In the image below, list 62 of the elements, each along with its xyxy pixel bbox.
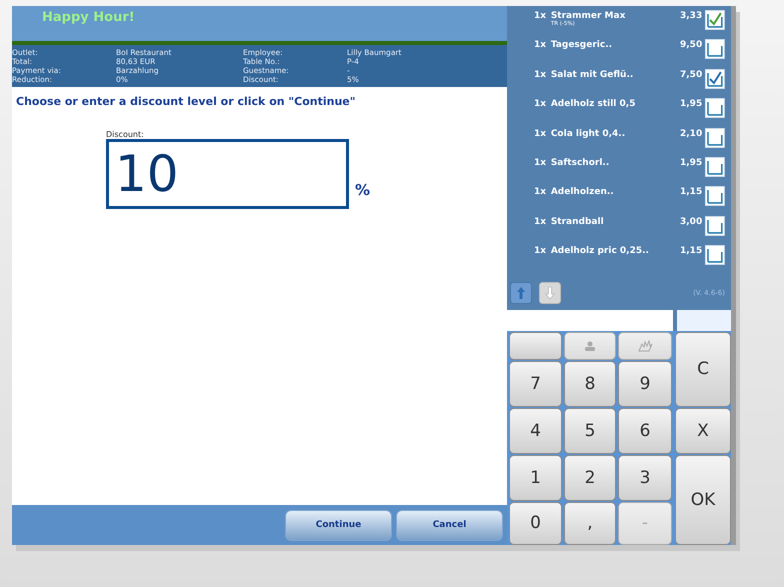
item-price: 3,33: [679, 10, 702, 21]
keypad-key[interactable]: X: [675, 408, 731, 454]
item-quantity: 1x: [534, 245, 548, 256]
item-quantity: 1x: [534, 186, 548, 198]
keypad-key[interactable]: 2: [564, 454, 616, 501]
input-field[interactable]: [507, 310, 673, 331]
input-field[interactable]: [677, 310, 731, 331]
item-price: 9,50: [679, 39, 702, 50]
checkbox[interactable]: [705, 245, 726, 266]
item-price: 1,95: [679, 98, 702, 110]
keypad-key[interactable]: C: [675, 332, 731, 407]
checkbox[interactable]: [705, 128, 726, 148]
checkbox[interactable]: [705, 68, 726, 89]
item-name: Salat mit Geflü..: [550, 70, 634, 80]
header-title: Happy Hour!: [42, 10, 135, 25]
keypad-key[interactable]: 7: [509, 360, 562, 407]
checkbox[interactable]: [705, 39, 726, 60]
item-name: Cola light 0,4..: [550, 128, 626, 139]
keypad-key[interactable]: 5: [564, 408, 616, 454]
footer-button[interactable]: Continue: [285, 510, 392, 540]
item-price: 7,50: [679, 68, 702, 80]
item-name: Adelholzen..: [550, 187, 615, 198]
item-quantity: 1x: [534, 98, 548, 110]
field-label: Discount:: [106, 130, 145, 139]
item-quantity: 1x: [534, 10, 548, 21]
keypad-key[interactable]: 8: [564, 360, 616, 407]
hand-icon: [637, 340, 653, 352]
item-name: Strandball: [550, 216, 605, 227]
percent-unit: %: [355, 181, 370, 199]
item-name: Strammer Max: [550, 11, 626, 21]
item-quantity: 1x: [534, 128, 548, 139]
item-price: 2,10: [679, 128, 702, 139]
item-name: Adelholz still 0,5: [550, 99, 636, 110]
item-price: 3,00: [679, 216, 702, 227]
keypad-key[interactable]: OK: [675, 454, 731, 545]
keypad-key[interactable]: 9: [618, 360, 672, 407]
checkbox[interactable]: [705, 10, 726, 30]
discount-field[interactable]: 10: [106, 139, 349, 209]
keypad-key[interactable]: ,: [564, 502, 616, 545]
footer-button[interactable]: Cancel: [396, 510, 503, 540]
item-quantity: 1x: [534, 216, 548, 227]
item-price: 1,95: [679, 156, 702, 168]
item-name: Adelholz pric 0,25..: [550, 246, 650, 256]
people-icon: [583, 340, 597, 351]
keypad-key[interactable]: 4: [509, 408, 562, 454]
item-quantity: 1x: [534, 39, 548, 50]
checkbox[interactable]: [705, 186, 726, 206]
item-price: 1,15: [679, 245, 702, 256]
keypad-key[interactable]: 1: [509, 454, 562, 501]
prompt-text: Choose or enter a discount level or click on "Continue": [16, 95, 356, 108]
keypad-key[interactable]: 6: [618, 408, 672, 454]
item-quantity: 1x: [534, 156, 548, 168]
checkbox[interactable]: [705, 216, 726, 236]
keypad-key[interactable]: 0: [509, 502, 562, 545]
checkbox[interactable]: [705, 98, 726, 118]
keypad-key[interactable]: [509, 332, 562, 360]
item-name: Tagesgeric..: [550, 40, 614, 50]
item-name: Saftschorl..: [550, 158, 610, 168]
item-price: 1,15: [679, 186, 702, 198]
keypad-key[interactable]: 3: [618, 454, 672, 501]
item-quantity: 1x: [534, 68, 548, 80]
checkbox[interactable]: [705, 156, 726, 177]
